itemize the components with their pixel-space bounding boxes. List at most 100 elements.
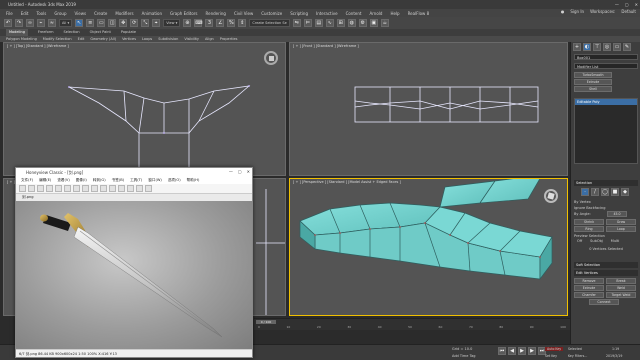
settings-icon[interactable]	[145, 185, 152, 192]
connect-button[interactable]: Connect	[589, 299, 619, 305]
delete-icon[interactable]	[118, 185, 125, 192]
target-weld-button[interactable]: Target Weld	[606, 292, 636, 298]
remove-button[interactable]: Remove	[574, 278, 604, 284]
tab-freeform[interactable]: Freeform	[38, 29, 54, 36]
display-tab-icon[interactable]: ▭	[613, 43, 621, 51]
shrink-button[interactable]: Shrink	[574, 219, 604, 225]
menu-help[interactable]: Help	[390, 11, 399, 16]
menu-realflow[interactable]: RealFlow 8	[408, 11, 430, 16]
polygon-mode-icon[interactable]: ■	[611, 188, 619, 196]
preview-subobj-radio[interactable]: SubObj	[590, 239, 603, 243]
key-filters-button[interactable]: Key Filters...	[568, 354, 587, 358]
rotate-right-icon[interactable]	[73, 185, 80, 192]
break-button[interactable]: Break	[606, 278, 636, 284]
hierarchy-tab-icon[interactable]: ⊤	[593, 43, 601, 51]
viewport-front[interactable]: [ + ] [Front ] [Standard ] [Wireframe ]	[289, 42, 568, 176]
ring-button[interactable]: Ring	[574, 226, 604, 232]
rotate-left-icon[interactable]	[64, 185, 71, 192]
pivot-icon[interactable]: ⊕	[183, 19, 192, 27]
link-icon[interactable]: ∞	[26, 19, 34, 27]
tab-populate[interactable]: Populate	[121, 29, 136, 36]
maximize-icon[interactable]: ▢	[625, 0, 629, 9]
viewer-menu-view[interactable]: 查看(V)	[57, 177, 69, 184]
object-name-field[interactable]: Box001	[574, 54, 638, 60]
menu-scripting[interactable]: Scripting	[290, 11, 308, 16]
tab-modeling[interactable]: Modeling	[6, 29, 28, 36]
menu-edit[interactable]: Edit	[21, 11, 29, 16]
menu-create[interactable]: Create	[94, 11, 107, 16]
extrude-button[interactable]: Extrude	[574, 285, 604, 291]
workspace-select[interactable]: Default	[621, 9, 636, 14]
viewer-menu-options[interactable]: 选项(O)	[168, 177, 181, 184]
viewer-menu-bookmark[interactable]: 书签(B)	[112, 177, 124, 184]
viewer-menu-file[interactable]: 文件(F)	[21, 177, 33, 184]
select-object-icon[interactable]: ↖	[75, 19, 84, 27]
loop-button[interactable]: Loop	[606, 226, 636, 232]
modifier-list-dropdown[interactable]: Modifier List	[574, 63, 638, 69]
image-viewer-window[interactable]: Honeyview Classic - [剑.png] — ▢ ✕ 文件(F) …	[15, 167, 253, 358]
viewer-minimize-icon[interactable]: —	[229, 169, 233, 174]
align-icon[interactable]: ⊨	[303, 19, 312, 27]
slideshow-icon[interactable]	[109, 185, 116, 192]
vertex-mode-icon[interactable]: ·	[581, 188, 589, 196]
material-editor-icon[interactable]: ◍	[347, 19, 356, 27]
menu-views[interactable]: Views	[75, 11, 87, 16]
unlink-icon[interactable]: ⌁	[37, 19, 45, 27]
curve-editor-icon[interactable]: ∿	[325, 19, 334, 27]
grow-button[interactable]: Grow	[606, 219, 636, 225]
sign-in-link[interactable]: Sign In	[570, 9, 584, 14]
open-icon[interactable]	[19, 185, 26, 192]
menu-file[interactable]: File	[6, 11, 13, 16]
fit-window-icon[interactable]	[82, 185, 89, 192]
turbosmooth-button[interactable]: TurboSmooth	[574, 72, 612, 78]
viewport-perspective[interactable]: [ + ] [Perspective ] [Standard ] [Model …	[289, 178, 568, 316]
print-icon[interactable]	[136, 185, 143, 192]
render-production-icon[interactable]: ☕	[380, 19, 389, 27]
placement-icon[interactable]: ⌖	[152, 19, 161, 27]
selected-dropdown[interactable]: Selected	[568, 347, 582, 351]
viewport-top[interactable]: [ + ] [Top] [Standard ] [Wireframe ]	[3, 42, 286, 176]
set-key-button[interactable]: Set Key	[545, 354, 557, 358]
play-icon[interactable]: ▶	[518, 347, 526, 355]
rendered-frame-window-icon[interactable]: ▣	[369, 19, 378, 27]
viewer-menu-image[interactable]: 图像(I)	[76, 177, 87, 184]
selection-rollout-header[interactable]: Selection	[574, 180, 638, 186]
minimize-icon[interactable]: —	[615, 0, 619, 9]
close-icon[interactable]: ✕	[635, 0, 638, 9]
undo-icon[interactable]: ↶	[4, 19, 12, 27]
next-image-icon[interactable]	[37, 185, 44, 192]
preview-off-radio[interactable]: Off	[577, 239, 582, 243]
menu-tools[interactable]: Tools	[36, 11, 46, 16]
utilities-tab-icon[interactable]: ✎	[623, 43, 631, 51]
by-angle-checkbox[interactable]: By Angle:	[574, 211, 604, 217]
snaps-toggle-icon[interactable]: 3	[205, 19, 214, 27]
menu-modifiers[interactable]: Modifiers	[115, 11, 133, 16]
redo-icon[interactable]: ↷	[15, 19, 23, 27]
spinner-snap-icon[interactable]: ⇕	[238, 19, 247, 27]
render-setup-icon[interactable]: ⚙	[358, 19, 367, 27]
goto-start-icon[interactable]: ⏮	[498, 347, 506, 355]
menu-civil-view[interactable]: Civil View	[234, 11, 253, 16]
mirror-icon[interactable]: ⇋	[292, 19, 301, 27]
create-tab-icon[interactable]: +	[573, 43, 581, 51]
stack-item-editable-poly[interactable]: Editable Poly	[575, 99, 637, 105]
zoom-in-icon[interactable]	[46, 185, 53, 192]
actual-size-icon[interactable]	[91, 185, 98, 192]
viewcube-icon[interactable]	[264, 51, 278, 65]
viewer-menu-goto[interactable]: 转到(G)	[93, 177, 106, 184]
element-mode-icon[interactable]: ◆	[621, 188, 629, 196]
image-tab[interactable]: 剑.png	[16, 194, 252, 201]
zoom-out-icon[interactable]	[55, 185, 62, 192]
prev-image-icon[interactable]	[28, 185, 35, 192]
schematic-view-icon[interactable]: ⊞	[336, 19, 345, 27]
menu-animation[interactable]: Animation	[142, 11, 162, 16]
percent-snap-icon[interactable]: %	[227, 19, 236, 27]
viewer-menu-edit[interactable]: 编辑(E)	[39, 177, 51, 184]
selection-filter-dropdown[interactable]: All ▾	[59, 19, 73, 27]
motion-tab-icon[interactable]: ◎	[603, 43, 611, 51]
bind-space-warp-icon[interactable]: ≈	[48, 19, 56, 27]
menu-content[interactable]: Content	[346, 11, 362, 16]
menu-customize[interactable]: Customize	[261, 11, 282, 16]
add-time-tag-button[interactable]: Add Time Tag	[452, 354, 476, 358]
time-slider[interactable]: 0 / 100	[256, 320, 276, 324]
